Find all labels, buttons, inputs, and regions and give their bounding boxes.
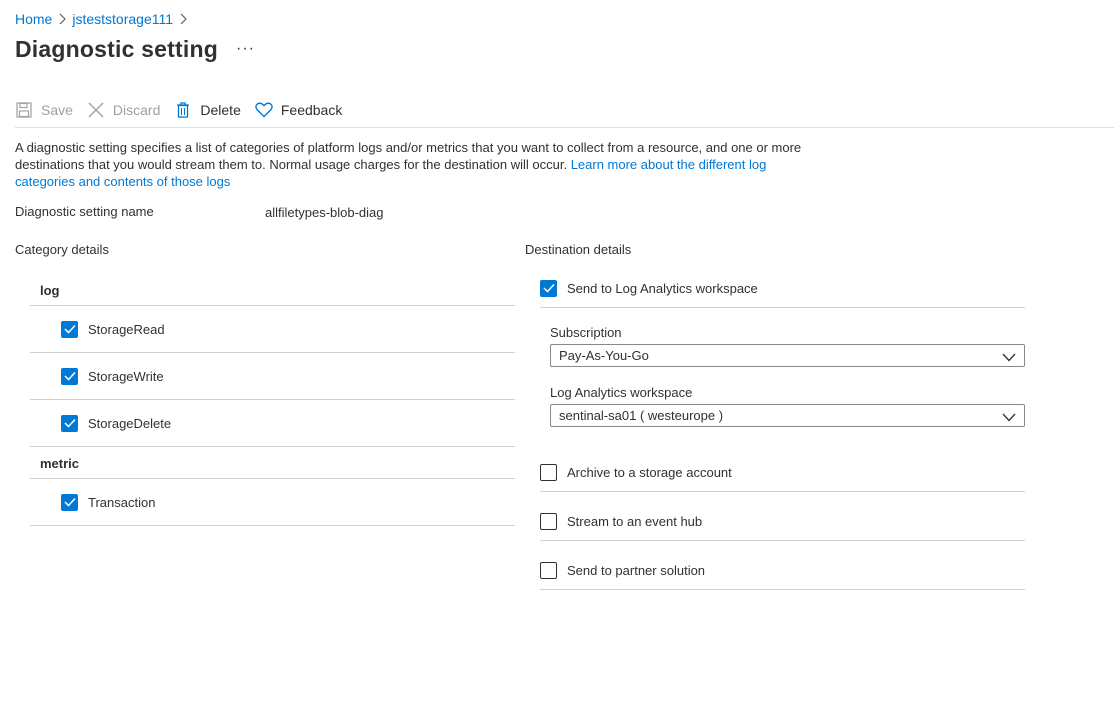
description: A diagnostic setting specifies a list of… bbox=[15, 139, 815, 190]
divider bbox=[540, 491, 1025, 492]
checkbox-box[interactable] bbox=[540, 561, 557, 579]
chevron-down-icon bbox=[1002, 410, 1016, 425]
divider bbox=[30, 352, 515, 353]
checkbox-label: StorageWrite bbox=[88, 368, 164, 384]
checkbox-label: StorageRead bbox=[88, 321, 165, 337]
checkbox-label: Stream to an event hub bbox=[567, 513, 703, 529]
divider bbox=[30, 305, 515, 306]
divider bbox=[30, 478, 515, 479]
checkbox-box[interactable] bbox=[540, 463, 557, 481]
checkbox-label: Send to partner solution bbox=[567, 562, 706, 578]
delete-label: Delete bbox=[200, 102, 241, 118]
subscription-dropdown[interactable]: Pay-As-You-Go bbox=[550, 344, 1025, 367]
setting-name-label: Diagnostic setting name bbox=[15, 204, 154, 219]
feedback-label: Feedback bbox=[280, 102, 343, 118]
metric-heading: metric bbox=[40, 456, 80, 471]
checkmark-icon[interactable] bbox=[61, 367, 78, 385]
divider bbox=[30, 399, 515, 400]
checkbox-log-analytics[interactable]: Send to Log Analytics workspace bbox=[540, 278, 758, 298]
checkbox-storage-read[interactable]: StorageRead bbox=[61, 319, 165, 339]
breadcrumb: Home jsteststorage111 bbox=[15, 10, 193, 28]
workspace-label: Log Analytics workspace bbox=[550, 385, 693, 400]
divider bbox=[540, 589, 1025, 590]
save-label: Save bbox=[41, 102, 73, 118]
command-bar: Save Discard Delete Feedback bbox=[15, 98, 356, 122]
checkbox-label: StorageDelete bbox=[88, 415, 172, 431]
checkmark-icon[interactable] bbox=[540, 279, 557, 297]
checkbox-label: Send to Log Analytics workspace bbox=[567, 280, 758, 296]
page-title: Diagnostic setting bbox=[15, 36, 218, 62]
checkbox-storage-delete[interactable]: StorageDelete bbox=[61, 413, 171, 433]
save-icon bbox=[15, 101, 33, 119]
workspace-dropdown[interactable]: sentinal-sa01 ( westeurope ) bbox=[550, 404, 1025, 427]
save-button[interactable]: Save bbox=[15, 101, 73, 119]
delete-button[interactable]: Delete bbox=[174, 101, 241, 119]
chevron-right-icon bbox=[179, 13, 187, 25]
divider bbox=[540, 307, 1025, 308]
checkbox-box[interactable] bbox=[540, 512, 557, 530]
checkbox-partner-solution[interactable]: Send to partner solution bbox=[540, 560, 705, 580]
divider bbox=[540, 540, 1025, 541]
discard-label: Discard bbox=[112, 102, 161, 118]
subscription-value: Pay-As-You-Go bbox=[559, 348, 649, 363]
divider bbox=[30, 525, 515, 526]
breadcrumb-home-link[interactable]: Home bbox=[15, 11, 52, 27]
checkbox-event-hub[interactable]: Stream to an event hub bbox=[540, 511, 702, 531]
destination-details-heading: Destination details bbox=[525, 242, 632, 257]
divider bbox=[30, 446, 515, 447]
breadcrumb-storage-link[interactable]: jsteststorage111 bbox=[72, 11, 173, 27]
feedback-button[interactable]: Feedback bbox=[255, 101, 342, 119]
checkbox-transaction[interactable]: Transaction bbox=[61, 492, 155, 512]
trash-icon bbox=[174, 101, 192, 119]
close-icon bbox=[87, 101, 105, 119]
subscription-label: Subscription bbox=[550, 325, 622, 340]
checkmark-icon[interactable] bbox=[61, 320, 78, 338]
checkbox-label: Transaction bbox=[88, 494, 156, 510]
toolbar-divider bbox=[15, 127, 1114, 128]
workspace-value: sentinal-sa01 ( westeurope ) bbox=[559, 408, 724, 423]
checkbox-storage-write[interactable]: StorageWrite bbox=[61, 366, 164, 386]
checkmark-icon[interactable] bbox=[61, 493, 78, 511]
checkbox-archive-storage[interactable]: Archive to a storage account bbox=[540, 462, 732, 482]
more-options-button[interactable]: ··· bbox=[236, 40, 255, 58]
checkbox-label: Archive to a storage account bbox=[567, 464, 732, 480]
setting-name-value: allfiletypes-blob-diag bbox=[265, 205, 384, 220]
checkmark-icon[interactable] bbox=[61, 414, 78, 432]
chevron-right-icon bbox=[58, 13, 67, 25]
log-heading: log bbox=[40, 283, 60, 298]
category-details-heading: Category details bbox=[15, 242, 109, 257]
chevron-down-icon bbox=[1002, 350, 1016, 365]
heart-icon bbox=[255, 101, 273, 119]
discard-button[interactable]: Discard bbox=[87, 101, 160, 119]
